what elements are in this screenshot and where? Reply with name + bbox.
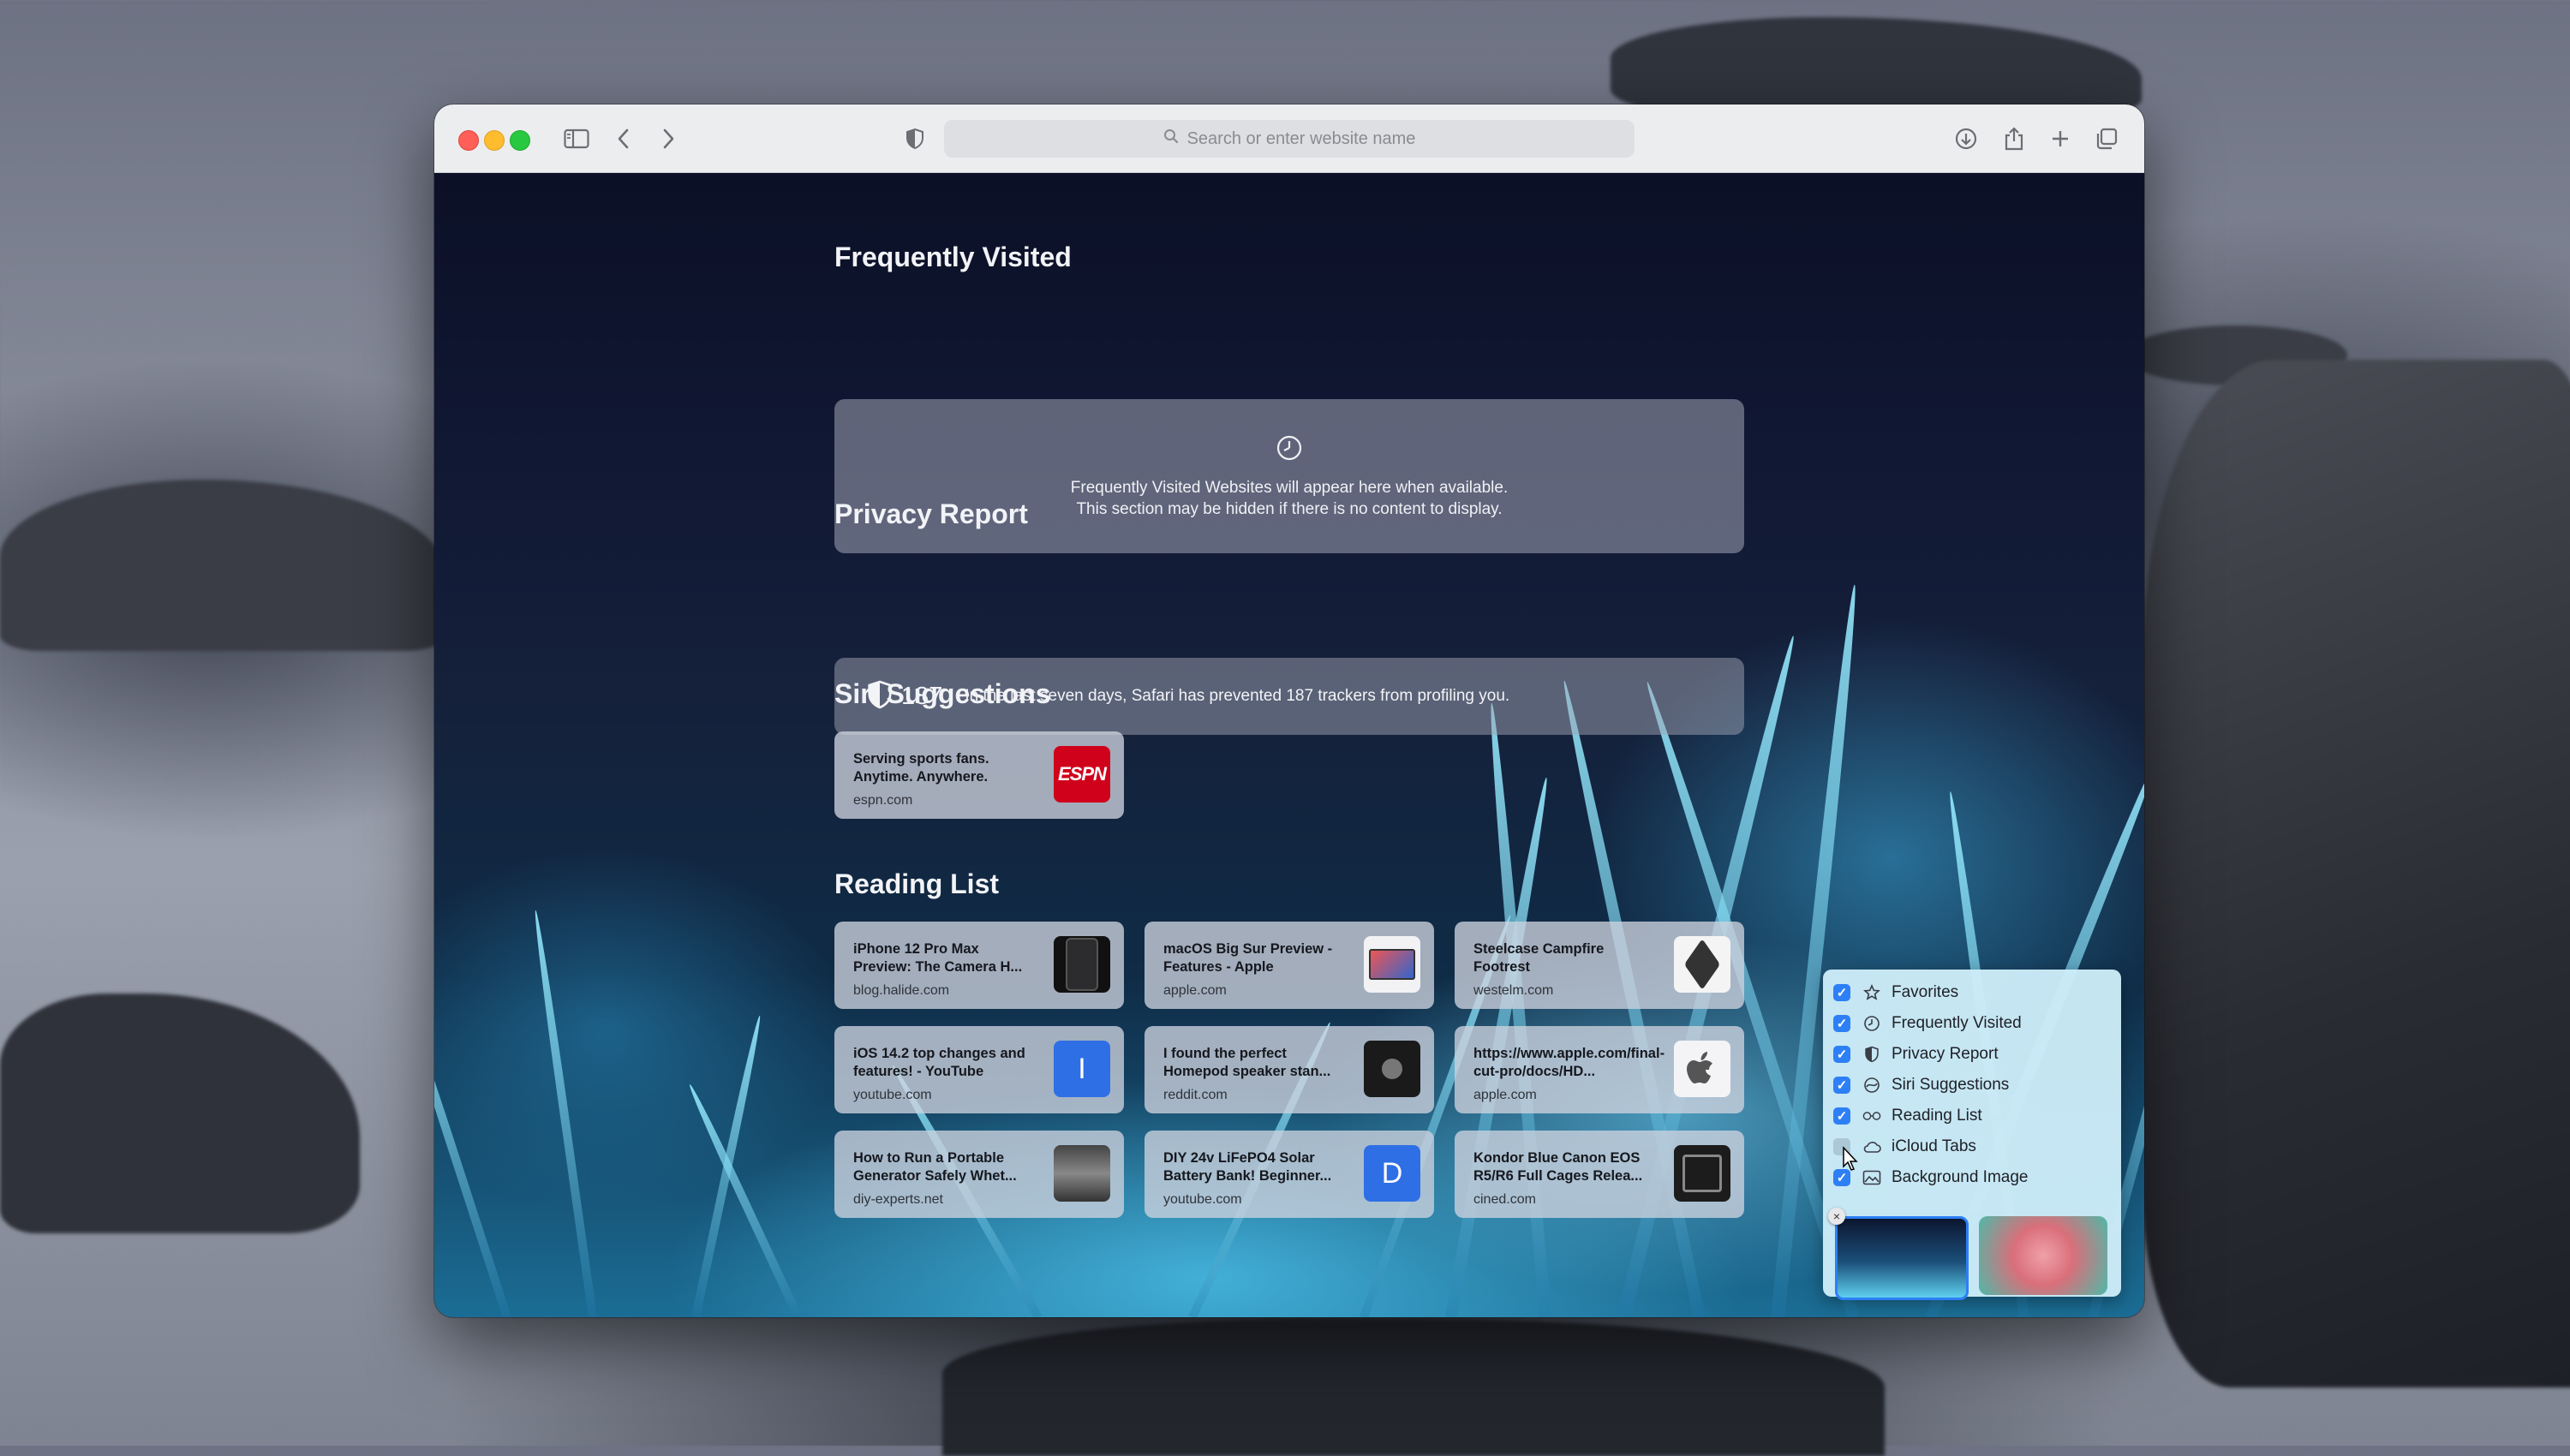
close-window-button[interactable]: [458, 130, 479, 151]
card-url: apple.com: [1163, 983, 1227, 998]
option-label: Background Image: [1892, 1168, 2029, 1186]
reading-list-item[interactable]: iPhone 12 Pro Max Preview: The Camera H.…: [834, 922, 1124, 1009]
address-placeholder: Search or enter website name: [1186, 128, 1416, 148]
zoom-window-button[interactable]: [510, 130, 530, 151]
search-icon: [1163, 128, 1179, 149]
privacy-shield-icon[interactable]: [902, 123, 928, 154]
card-url: cined.com: [1473, 1192, 1536, 1207]
minimize-window-button[interactable]: [484, 130, 505, 151]
option-privacy-report[interactable]: ✓ Privacy Report: [1833, 1040, 1999, 1069]
card-title: macOS Big Sur Preview - Features - Apple: [1163, 941, 1333, 975]
address-bar[interactable]: Search or enter website name: [944, 120, 1635, 158]
option-reading-list[interactable]: ✓ Reading List: [1833, 1101, 1982, 1131]
generator-thumbnail: [1054, 1145, 1110, 1202]
shield-icon: [1862, 1046, 1881, 1063]
frequently-visited-title: Frequently Visited: [834, 242, 1072, 272]
sidebar-toggle-icon[interactable]: [561, 123, 592, 154]
checkbox-checked[interactable]: ✓: [1833, 1046, 1850, 1063]
card-title: Kondor Blue Canon EOS R5/R6 Full Cages R…: [1473, 1150, 1643, 1184]
espn-logo: ESPN: [1054, 746, 1110, 803]
glasses-icon: [1862, 1110, 1881, 1122]
frequently-visited-placeholder: Frequently Visited Websites will appear …: [834, 399, 1744, 553]
background-thumbnail-butterfly[interactable]: [1979, 1216, 2107, 1295]
background-thumbnail-grass[interactable]: [1835, 1216, 1969, 1300]
reading-list-item[interactable]: DIY 24v LiFePO4 Solar Battery Bank! Begi…: [1145, 1131, 1434, 1218]
new-tab-icon[interactable]: [2047, 123, 2074, 154]
option-background-image[interactable]: ✓ Background Image: [1833, 1163, 2029, 1192]
reading-list-item[interactable]: iOS 14.2 top changes and features! - You…: [834, 1026, 1124, 1113]
option-label: iCloud Tabs: [1892, 1137, 1976, 1155]
card-url: espn.com: [853, 793, 913, 808]
desktop-rock: [2142, 360, 2570, 1387]
footrest-thumbnail: [1674, 936, 1730, 993]
card-title: https://www.apple.com/final-cut-pro/docs…: [1473, 1046, 1665, 1079]
card-url: youtube.com: [853, 1088, 932, 1102]
option-label: Privacy Report: [1892, 1045, 1999, 1063]
card-title: How to Run a Portable Generator Safely W…: [853, 1150, 1017, 1184]
share-icon[interactable]: [2000, 123, 2028, 154]
siri-suggestions-title: Siri Suggestions: [834, 678, 1051, 709]
card-url: westelm.com: [1473, 983, 1554, 998]
siri-icon: [1862, 1077, 1881, 1094]
youtube-letter-thumbnail: I: [1054, 1041, 1110, 1097]
option-label: Reading List: [1892, 1107, 1982, 1125]
forward-icon[interactable]: [655, 123, 681, 154]
desktop-rock: [0, 480, 445, 651]
remove-background-icon[interactable]: ×: [1828, 1208, 1845, 1225]
option-frequently-visited[interactable]: ✓ Frequently Visited: [1833, 1009, 2022, 1038]
start-page: Frequently Visited Frequently Visited We…: [434, 173, 2144, 1317]
privacy-report-title: Privacy Report: [834, 498, 1028, 529]
card-title: I found the perfect Homepod speaker stan…: [1163, 1046, 1331, 1079]
card-title: Steelcase Campfire Footrest: [1473, 941, 1605, 975]
card-url: reddit.com: [1163, 1088, 1228, 1102]
camera-cage-thumbnail: [1674, 1145, 1730, 1202]
siri-suggestion-card[interactable]: Serving sports fans. Anytime. Anywhere. …: [834, 731, 1124, 819]
macbook-thumbnail: [1364, 936, 1420, 993]
customize-start-page-panel: ✓ Favorites ✓ Frequently Visited ✓ Priva…: [1823, 970, 2121, 1300]
card-title: iPhone 12 Pro Max Preview: The Camera H.…: [853, 941, 1023, 975]
checkbox-checked[interactable]: ✓: [1833, 1077, 1850, 1094]
downloads-icon[interactable]: [1952, 123, 1980, 154]
reading-list-item[interactable]: Steelcase Campfire Footrest westelm.com: [1455, 922, 1744, 1009]
checkbox-checked[interactable]: ✓: [1833, 984, 1850, 1001]
reading-list-title: Reading List: [834, 868, 1000, 899]
checkbox-checked[interactable]: ✓: [1833, 1107, 1850, 1125]
back-icon[interactable]: [611, 123, 637, 154]
star-icon: [1862, 984, 1881, 1001]
image-icon: [1862, 1170, 1881, 1185]
mouse-cursor-icon: [1842, 1146, 1859, 1176]
toolbar: Search or enter website name: [434, 104, 2144, 173]
frequently-visited-message-line1: Frequently Visited Websites will appear …: [1070, 478, 1509, 497]
option-label: Favorites: [1892, 983, 1959, 1001]
card-title: Serving sports fans. Anytime. Anywhere.: [853, 751, 989, 785]
youtube-letter-thumbnail: D: [1364, 1145, 1420, 1202]
card-url: apple.com: [1473, 1088, 1537, 1102]
homepod-thumbnail: [1364, 1041, 1420, 1097]
reading-list-item[interactable]: https://www.apple.com/final-cut-pro/docs…: [1455, 1026, 1744, 1113]
apple-logo-icon: [1674, 1041, 1730, 1097]
card-url: diy-experts.net: [853, 1192, 943, 1207]
frequently-visited-message-line2: This section may be hidden if there is n…: [1076, 499, 1503, 518]
safari-window: Search or enter website name Frequently …: [434, 104, 2144, 1317]
option-label: Siri Suggestions: [1892, 1076, 2010, 1094]
reading-list-item[interactable]: macOS Big Sur Preview - Features - Apple…: [1145, 922, 1434, 1009]
option-siri-suggestions[interactable]: ✓ Siri Suggestions: [1833, 1071, 2009, 1100]
reading-list-item[interactable]: Kondor Blue Canon EOS R5/R6 Full Cages R…: [1455, 1131, 1744, 1218]
card-title: iOS 14.2 top changes and features! - You…: [853, 1046, 1025, 1079]
card-url: blog.halide.com: [853, 983, 950, 998]
tab-overview-icon[interactable]: [2093, 123, 2120, 154]
desktop-rock: [0, 994, 360, 1233]
reading-list-item[interactable]: How to Run a Portable Generator Safely W…: [834, 1131, 1124, 1218]
card-url: youtube.com: [1163, 1192, 1242, 1207]
option-favorites[interactable]: ✓ Favorites: [1833, 978, 1958, 1007]
clock-icon: [1862, 1015, 1881, 1032]
desktop-rock: [942, 1319, 1885, 1456]
card-title: DIY 24v LiFePO4 Solar Battery Bank! Begi…: [1163, 1150, 1332, 1184]
clock-icon: [1275, 433, 1304, 468]
option-label: Frequently Visited: [1892, 1014, 2022, 1032]
checkbox-checked[interactable]: ✓: [1833, 1015, 1850, 1032]
iphone-thumbnail: [1054, 936, 1110, 993]
cloud-icon: [1862, 1140, 1881, 1154]
reading-list-item[interactable]: I found the perfect Homepod speaker stan…: [1145, 1026, 1434, 1113]
